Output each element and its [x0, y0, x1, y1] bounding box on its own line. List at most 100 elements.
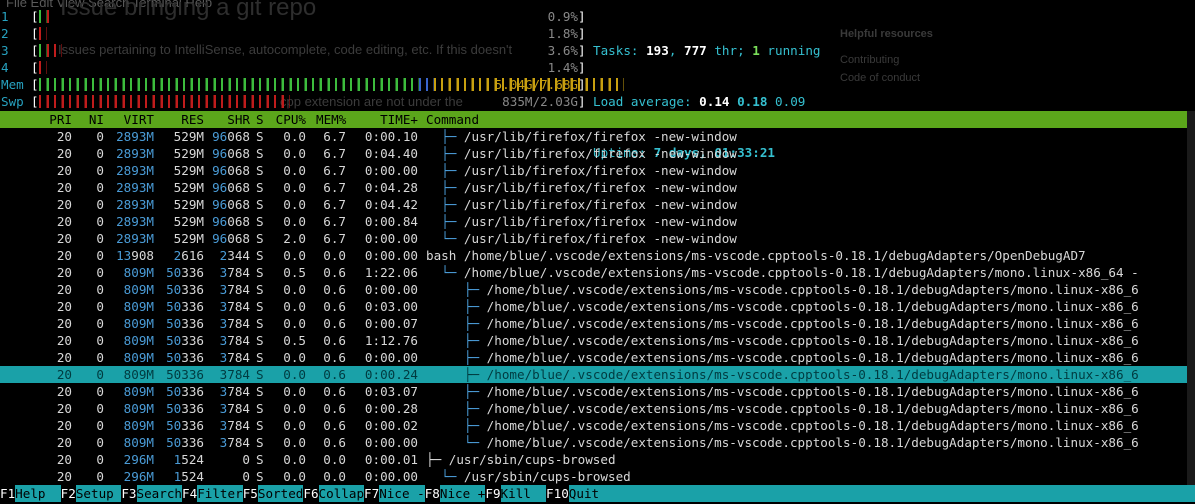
- cell-number-high: 3: [219, 384, 228, 399]
- process-table-header[interactable]: PRI NI VIRT RES SHR S CPU% MEM% TIME+ Co…: [0, 111, 1187, 128]
- column-command[interactable]: Command: [426, 111, 1187, 128]
- cell-ni: 0: [96, 248, 104, 263]
- column-cpu[interactable]: CPU%: [270, 111, 306, 128]
- table-row[interactable]: 20 0 809M 50336 3784 S 0.5 0.6 1:12.76 ├─ /home/…: [0, 332, 1187, 349]
- column-ni[interactable]: NI: [80, 111, 104, 128]
- command-text: /home/blue/.vscode/extensions/ms-vscode.…: [486, 384, 1139, 399]
- cell-number-high: 809M: [123, 418, 154, 433]
- meter-bar-segment: [183, 95, 191, 108]
- cell-shr: 96068: [212, 129, 250, 144]
- fkey-f4[interactable]: F4: [182, 485, 198, 502]
- cell-number-high: 3: [219, 435, 228, 450]
- cell-virt: 809M: [104, 400, 154, 417]
- cell-number-high: 296M: [123, 469, 154, 484]
- cell-pri: 20: [56, 452, 72, 467]
- cell-number-high: 2893M: [116, 214, 154, 229]
- cell-number-high: 50: [166, 333, 182, 348]
- cell-number-high: 2893M: [116, 129, 154, 144]
- table-row[interactable]: 20 0 2893M 529M 96068 S 0.0 6.7 0:00.00 ├─ /usr/…: [0, 162, 1187, 179]
- tree-branch: ├─: [426, 214, 464, 229]
- meter-bar-segment: [244, 78, 252, 91]
- fkey-label-f8[interactable]: Nice +: [439, 485, 486, 502]
- cell-virt: 2893M: [104, 196, 154, 213]
- scrollbar[interactable]: [1187, 111, 1195, 486]
- meter-value: 5.04G/7.68G: [494, 77, 578, 92]
- cell-s: S: [256, 435, 264, 450]
- fkey-f7[interactable]: F7: [364, 485, 380, 502]
- fkey-f3[interactable]: F3: [121, 485, 137, 502]
- fkey-f1[interactable]: F1: [0, 485, 16, 502]
- table-row[interactable]: 20 0 2893M 529M 96068 S 0.0 6.7 0:04.42 ├─ /usr/…: [0, 196, 1187, 213]
- column-mem[interactable]: MEM%: [316, 111, 346, 128]
- fkey-label-f10[interactable]: Quit: [568, 485, 600, 502]
- meter-bar-segment: [137, 78, 146, 91]
- meter-bar-segment: [259, 95, 267, 108]
- meter-bracket-open: [: [31, 77, 39, 92]
- meter-bar-segment: [175, 95, 184, 108]
- cell-shr: 96068: [212, 146, 250, 161]
- cell-pri: 20: [56, 197, 72, 212]
- fkey-label-f6[interactable]: Collap: [318, 485, 365, 502]
- table-row[interactable]: 20 0 296M 1524 0 S 0.0 0.0 0:00.01 ├─ /usr/sbin/c…: [0, 451, 1187, 468]
- table-row[interactable]: 20 0 809M 50336 3784 S 0.0 0.6 0:00.07 ├─ /home/…: [0, 315, 1187, 332]
- running-count: 1: [752, 43, 760, 58]
- fkey-f8[interactable]: F8: [424, 485, 440, 502]
- cell-res: 50336: [166, 316, 204, 331]
- column-shr[interactable]: SHR: [206, 111, 250, 128]
- column-state[interactable]: S: [256, 111, 266, 128]
- column-virt[interactable]: VIRT: [104, 111, 154, 128]
- fkey-label-f2[interactable]: Setup: [75, 485, 122, 502]
- fkey-label-f7[interactable]: Nice -: [379, 485, 425, 502]
- cell-s: S: [256, 367, 264, 382]
- cell-number-high: 809M: [123, 299, 154, 314]
- cell-number-high: 3: [219, 350, 228, 365]
- fkey-f2[interactable]: F2: [60, 485, 76, 502]
- fkey-label-f1[interactable]: Help: [15, 485, 61, 502]
- table-row[interactable]: 20 0 809M 50336 3784 S 0.5 0.6 1:22.06 └─ /home/…: [0, 264, 1187, 281]
- cell-cpu: 0.0: [283, 146, 306, 161]
- fkey-label-f4[interactable]: Filter: [197, 485, 243, 502]
- fkey-f5[interactable]: F5: [242, 485, 258, 502]
- cell-ni: 0: [96, 146, 104, 161]
- table-row[interactable]: 20 0 2893M 529M 96068 S 2.0 6.7 0:00.00 └─ /usr/…: [0, 230, 1187, 247]
- column-time[interactable]: TIME+: [354, 111, 418, 128]
- table-row[interactable]: 20 0 809M 50336 3784 S 0.0 0.6 0:03.07 ├─ /home/…: [0, 383, 1187, 400]
- fkey-label-f3[interactable]: Search: [136, 485, 183, 502]
- fkey-label-f5[interactable]: Sorted: [257, 485, 304, 502]
- cell-res: 50336: [166, 418, 204, 433]
- meter-bar-segment: [76, 95, 85, 108]
- table-row[interactable]: 20 0 809M 50336 3784 S 0.0 0.6 0:00.00 └─ /home/…: [0, 434, 1187, 451]
- table-row-selected[interactable]: 20 0 809M 50336 3784 S 0.0 0.6 0:00.24 ├─ /home/…: [0, 366, 1187, 383]
- fkey-label-f9[interactable]: Kill: [500, 485, 547, 502]
- table-row[interactable]: 20 0 809M 50336 3784 S 0.0 0.6 0:00.02 ├─ /home/…: [0, 417, 1187, 434]
- table-row[interactable]: 20 0 2893M 529M 96068 S 0.0 6.7 0:00.10 ├─ /usr/…: [0, 128, 1187, 145]
- command-text: /usr/lib/firefox/firefox -new-window: [463, 197, 737, 212]
- table-row[interactable]: 20 0 809M 50336 3784 S 0.0 0.6 0:00.28 ├─ /home/…: [0, 400, 1187, 417]
- cell-number-high: 3: [219, 316, 228, 331]
- fkey-f6[interactable]: F6: [303, 485, 319, 502]
- meter-bar-segment: [274, 78, 282, 91]
- table-row[interactable]: 20 0 809M 50336 3784 S 0.0 0.6 0:00.00 ├─ /home/…: [0, 349, 1187, 366]
- table-row[interactable]: 20 0 13908 2616 2344 S 0.0 0.0 0:00.00 bash /home…: [0, 247, 1187, 264]
- fkey-f10[interactable]: F10: [546, 485, 569, 502]
- meter-row: 4 [1.4%]: [0, 59, 586, 76]
- cell-command: └─ /usr/sbin/cups-browsed: [426, 468, 1187, 485]
- table-row[interactable]: 20 0 2893M 529M 96068 S 0.0 6.7 0:04.40 ├─ /usr/…: [0, 145, 1187, 162]
- table-row[interactable]: 20 0 809M 50336 3784 S 0.0 0.6 0:03.00 ├─ /home/…: [0, 298, 1187, 315]
- table-row[interactable]: 20 0 2893M 529M 96068 S 0.0 6.7 0:04.28 ├─ /usr/…: [0, 179, 1187, 196]
- cell-time: 0:00.00: [364, 435, 418, 450]
- table-row[interactable]: 20 0 2893M 529M 96068 S 0.0 6.7 0:00.84 ├─ /usr/…: [0, 213, 1187, 230]
- cell-command: ├─ /usr/lib/firefox/firefox -new-window: [426, 145, 1187, 162]
- cell-time: 0:04.28: [364, 180, 418, 195]
- cell-time: 0:00.00: [364, 350, 418, 365]
- table-row[interactable]: 20 0 296M 1524 0 S 0.0 0.0 0:00.00 └─ /usr/sbin/…: [0, 468, 1187, 485]
- column-pri[interactable]: PRI: [48, 111, 72, 128]
- column-res[interactable]: RES: [160, 111, 204, 128]
- table-row[interactable]: 20 0 809M 50336 3784 S 0.0 0.6 0:00.00 ├─ /home/…: [0, 281, 1187, 298]
- tree-branch: └─: [426, 265, 464, 280]
- cell-time: 0:00.24: [364, 367, 418, 382]
- cell-ni: 0: [96, 469, 104, 484]
- cell-ni: 0: [96, 265, 104, 280]
- fkey-f9[interactable]: F9: [485, 485, 501, 502]
- cell-number-high: 50: [166, 435, 182, 450]
